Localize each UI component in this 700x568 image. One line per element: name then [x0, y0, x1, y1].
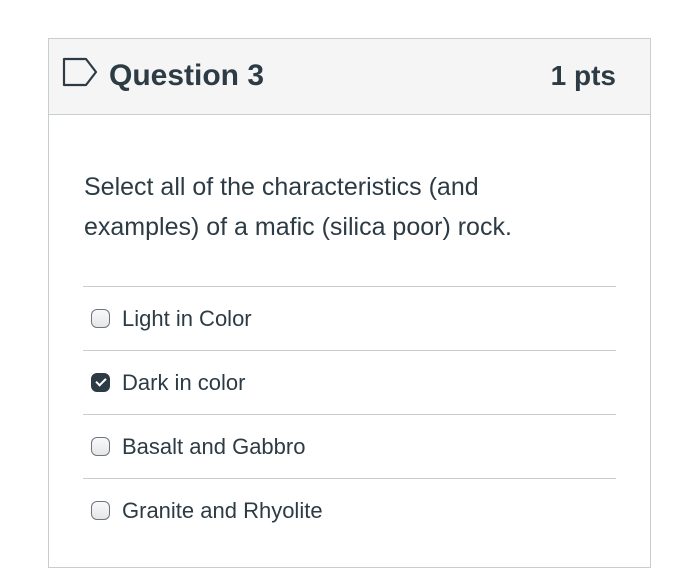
checkbox[interactable]: [91, 437, 110, 456]
answer-label: Granite and Rhyolite: [122, 497, 323, 523]
answer-option[interactable]: Dark in color: [83, 350, 616, 414]
answer-option[interactable]: Light in Color: [83, 286, 616, 350]
question-header: Question 3 1 pts: [49, 39, 650, 115]
answer-option[interactable]: Basalt and Gabbro: [83, 414, 616, 478]
answer-list: Light in Color Dark in color Basalt and …: [83, 286, 616, 542]
answer-label: Basalt and Gabbro: [122, 433, 306, 459]
checkbox[interactable]: [91, 501, 110, 520]
flag-question-icon[interactable]: [62, 57, 98, 87]
answer-label: Light in Color: [122, 305, 252, 331]
checkbox-checked[interactable]: [91, 373, 110, 392]
answer-label: Dark in color: [122, 369, 246, 395]
answer-option[interactable]: Granite and Rhyolite: [83, 478, 616, 542]
question-text: Select all of the characteristics (and e…: [84, 173, 512, 241]
checkbox[interactable]: [91, 309, 110, 328]
question-title: Question 3: [109, 59, 265, 92]
question-points: 1 pts: [550, 60, 616, 91]
